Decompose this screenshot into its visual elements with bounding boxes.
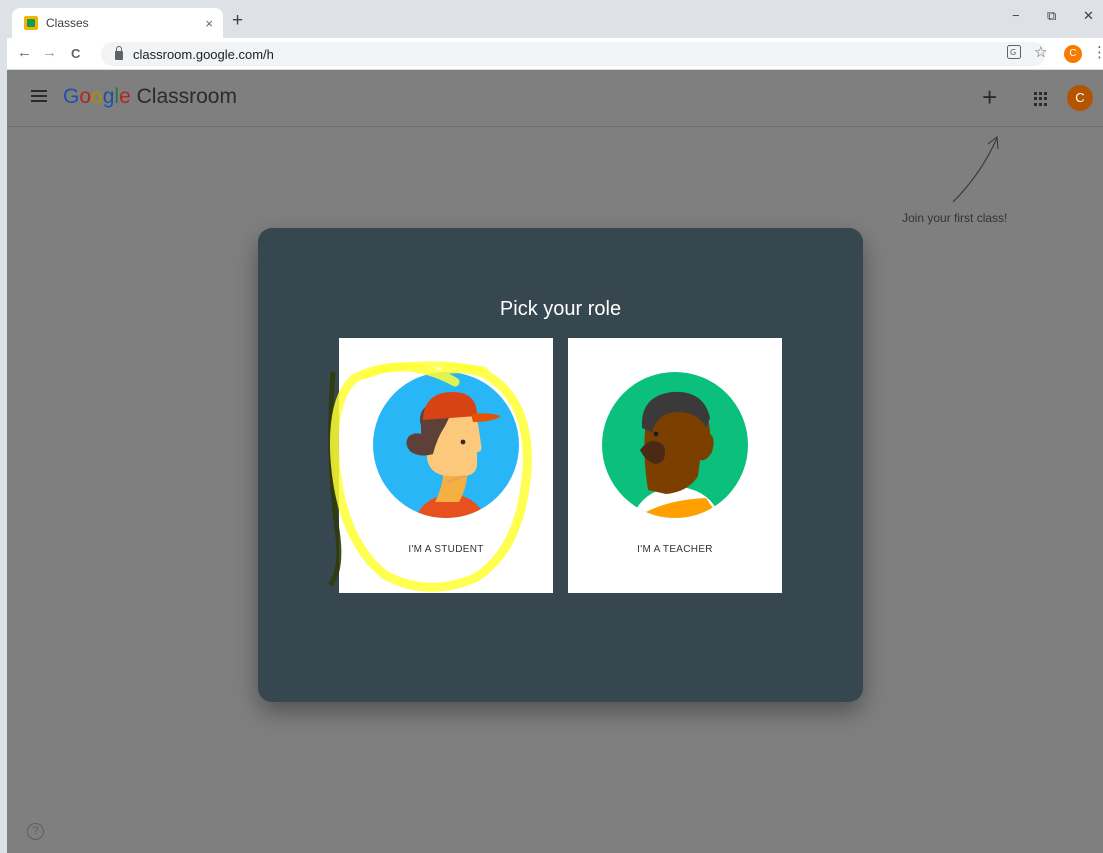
student-illustration-icon [373,372,519,518]
new-tab-button[interactable]: + [232,10,243,32]
logo-letter: G [63,85,80,108]
browser-profile-avatar[interactable]: C [1064,45,1082,63]
logo-letter: e [119,85,131,108]
logo-letter: g [102,85,115,108]
browser-tab-classes[interactable]: Classes × [12,8,223,38]
browser-tab-strip: Classes × + − ⧉ ✕ [0,0,1103,38]
forward-button[interactable]: → [42,44,57,61]
google-apps-icon[interactable] [1034,92,1048,106]
window-close-button[interactable]: ✕ [1083,8,1094,24]
teacher-role-label: I'M A TEACHER [637,544,713,555]
pick-role-dialog: Pick your role I'M A STUDENT I'M A TEACH… [258,228,863,702]
teacher-illustration-icon [602,372,748,518]
student-role-card[interactable]: I'M A STUDENT [339,338,553,593]
address-bar[interactable]: classroom.google.com/h [101,42,1046,66]
browser-toolbar: ← → C classroom.google.com/h G ☆ C ⋮ [7,38,1103,70]
browser-menu-icon[interactable]: ⋮ [1092,43,1103,61]
window-left-edge [0,0,7,853]
classroom-app-bar: Google Classroom + C [7,70,1103,127]
dialog-title: Pick your role [499,298,622,320]
back-button[interactable]: ← [17,44,32,61]
teacher-role-card[interactable]: I'M A TEACHER [568,338,782,593]
lock-icon [115,46,123,60]
logo-letter: o [91,85,103,108]
reload-button[interactable]: C [71,46,80,61]
join-create-class-button[interactable]: + [982,82,997,113]
hint-arrow-icon [952,136,999,203]
tab-title: Classes [46,16,89,30]
account-avatar[interactable]: C [1067,85,1093,111]
join-first-class-hint: Join your first class! [902,211,1008,225]
window-minimize-button[interactable]: − [1012,8,1020,23]
svg-text:G: G [1010,48,1016,57]
logo-letter: o [79,85,92,108]
student-role-label: I'M A STUDENT [408,544,484,555]
classroom-favicon-icon [24,16,38,30]
google-classroom-logo[interactable]: Google Classroom [63,85,237,109]
window-restore-button[interactable]: ⧉ [1047,8,1056,24]
help-icon[interactable]: ? [27,823,44,840]
url-text: classroom.google.com/h [133,46,274,62]
translate-icon[interactable]: G [1007,45,1021,62]
logo-product-name: Classroom [136,85,237,108]
main-menu-icon[interactable] [31,90,47,102]
bookmark-star-icon[interactable]: ☆ [1034,43,1047,61]
tab-close-icon[interactable]: × [205,16,213,31]
